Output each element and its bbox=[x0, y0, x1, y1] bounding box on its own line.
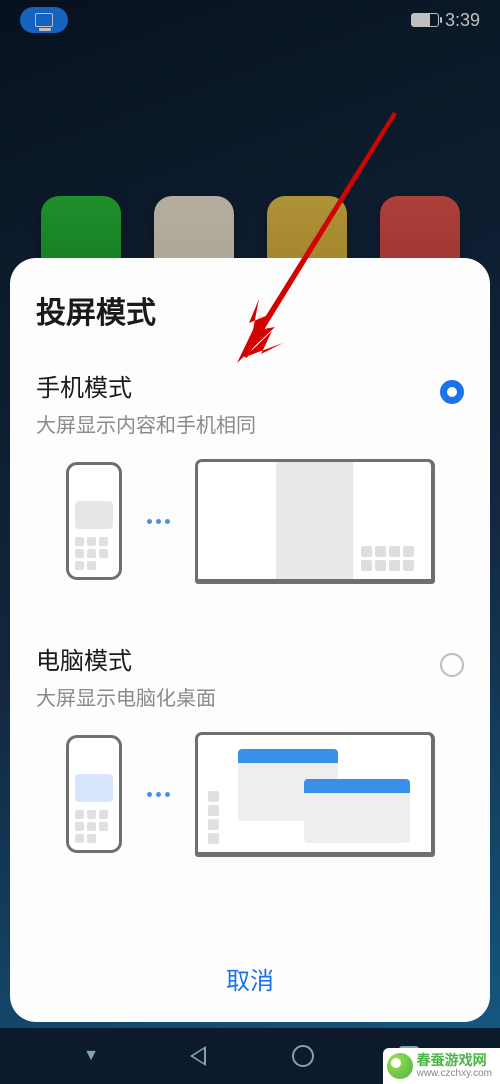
option-subtitle: 大屏显示内容和手机相同 bbox=[36, 409, 256, 438]
nav-home-button[interactable] bbox=[288, 1041, 318, 1071]
nav-dropdown-icon[interactable]: ▼ bbox=[76, 1041, 106, 1071]
phone-outline-icon bbox=[66, 735, 122, 853]
tv-outline-icon bbox=[195, 732, 435, 857]
option-title: 手机模式 bbox=[36, 368, 256, 403]
watermark-logo-icon bbox=[387, 1053, 413, 1079]
watermark-en: www.czchxy.com bbox=[417, 1068, 492, 1080]
option-phone-mode[interactable]: 手机模式 大屏显示内容和手机相同 bbox=[36, 368, 464, 616]
cancel-button[interactable]: 取消 bbox=[36, 939, 464, 1022]
watermark: 春蚕游戏网 www.czchxy.com bbox=[383, 1048, 500, 1084]
nav-back-button[interactable] bbox=[182, 1041, 212, 1071]
watermark-cn: 春蚕游戏网 bbox=[417, 1052, 492, 1069]
phone-mode-illustration bbox=[36, 456, 464, 586]
projection-mode-sheet: 投屏模式 手机模式 大屏显示内容和手机相同 电脑模式 bbox=[10, 258, 490, 1022]
phone-outline-icon bbox=[66, 462, 122, 580]
option-subtitle: 大屏显示电脑化桌面 bbox=[36, 682, 216, 711]
dots-icon bbox=[147, 792, 170, 797]
separator bbox=[36, 624, 464, 625]
sheet-title: 投屏模式 bbox=[36, 288, 464, 332]
dots-icon bbox=[147, 519, 170, 524]
radio-selected-icon[interactable] bbox=[440, 380, 464, 404]
radio-unselected-icon[interactable] bbox=[440, 653, 464, 677]
tv-outline-icon bbox=[195, 459, 435, 584]
option-pc-mode[interactable]: 电脑模式 大屏显示电脑化桌面 bbox=[36, 641, 464, 889]
pc-mode-illustration bbox=[36, 729, 464, 859]
option-title: 电脑模式 bbox=[36, 641, 216, 676]
